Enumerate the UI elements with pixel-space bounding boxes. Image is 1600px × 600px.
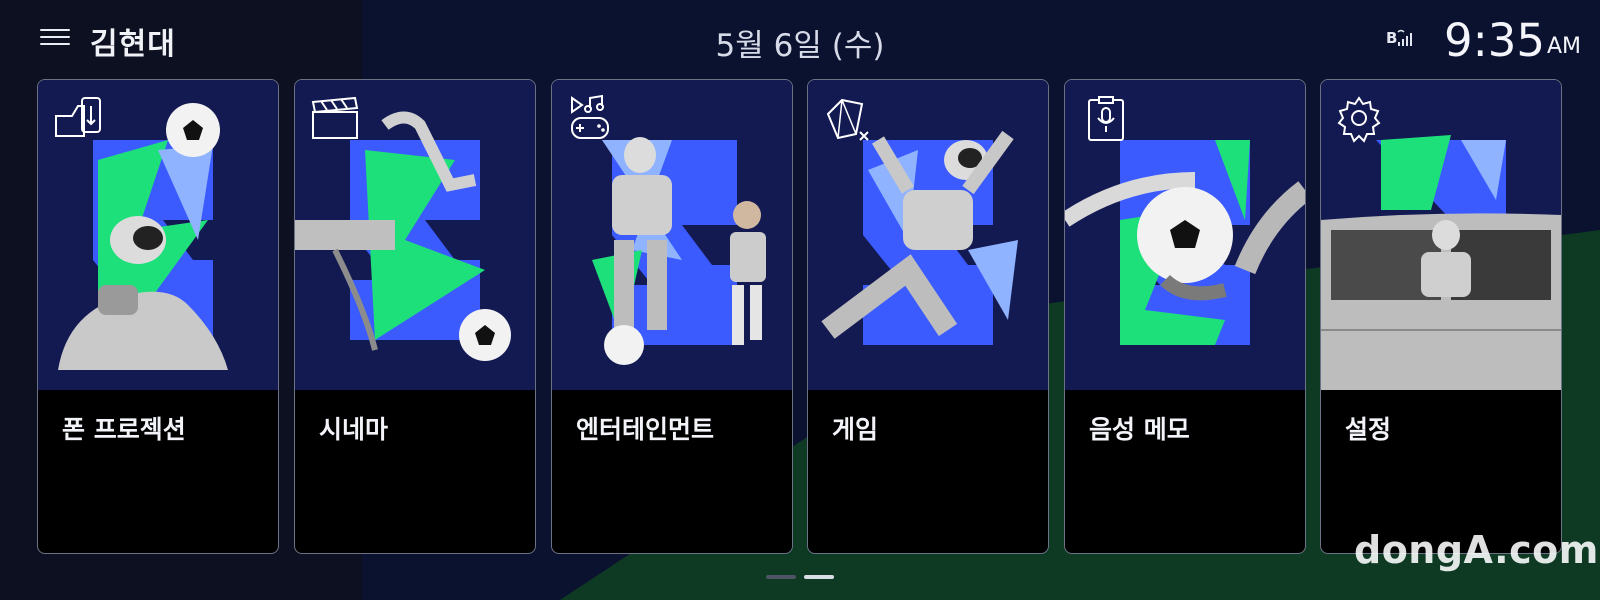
- status-bar: 김현대 5월 6일 (수) B 9:35 AM: [0, 0, 1600, 78]
- phone-projection-icon: [55, 97, 101, 137]
- page-dot-2-active[interactable]: [804, 575, 834, 579]
- card-label: 엔터테인먼트: [576, 415, 715, 444]
- card-entertainment[interactable]: 엔터테인먼트: [551, 79, 793, 554]
- card-artwork: [38, 80, 278, 390]
- card-artwork: [552, 80, 792, 390]
- voice-memo-icon: [1088, 96, 1124, 141]
- card-artwork: [808, 80, 1048, 390]
- svg-text:B: B: [1386, 29, 1397, 47]
- card-label: 설정: [1345, 415, 1392, 444]
- card-cinema[interactable]: 시네마: [294, 79, 536, 554]
- card-label: 폰 프로젝션: [62, 415, 186, 444]
- page-indicator: [766, 575, 836, 581]
- card-phone-projection[interactable]: 폰 프로젝션: [37, 79, 279, 554]
- card-artwork: [295, 80, 535, 390]
- card-label: 게임: [832, 415, 879, 444]
- entertainment-icon: [571, 94, 609, 139]
- card-label: 시네마: [319, 415, 389, 444]
- clapperboard-icon: [311, 96, 359, 139]
- date-display: 5월 6일 (수): [715, 28, 885, 64]
- card-artwork: [1065, 80, 1305, 390]
- card-voice-memo[interactable]: 음성 메모: [1064, 79, 1306, 554]
- watermark: dongA.com: [1354, 528, 1599, 572]
- bluetooth-signal-icon: B: [1386, 29, 1412, 47]
- card-game[interactable]: 게임: [807, 79, 1049, 554]
- gear-icon: [1337, 96, 1381, 143]
- game-cube-icon: [826, 98, 869, 141]
- card-settings[interactable]: 설정: [1320, 79, 1562, 554]
- clock-time: 9:35: [1444, 14, 1546, 67]
- clock-ampm: AM: [1547, 34, 1582, 59]
- card-label: 음성 메모: [1089, 415, 1190, 444]
- card-artwork: [1321, 80, 1561, 390]
- page-dot-1[interactable]: [766, 575, 796, 579]
